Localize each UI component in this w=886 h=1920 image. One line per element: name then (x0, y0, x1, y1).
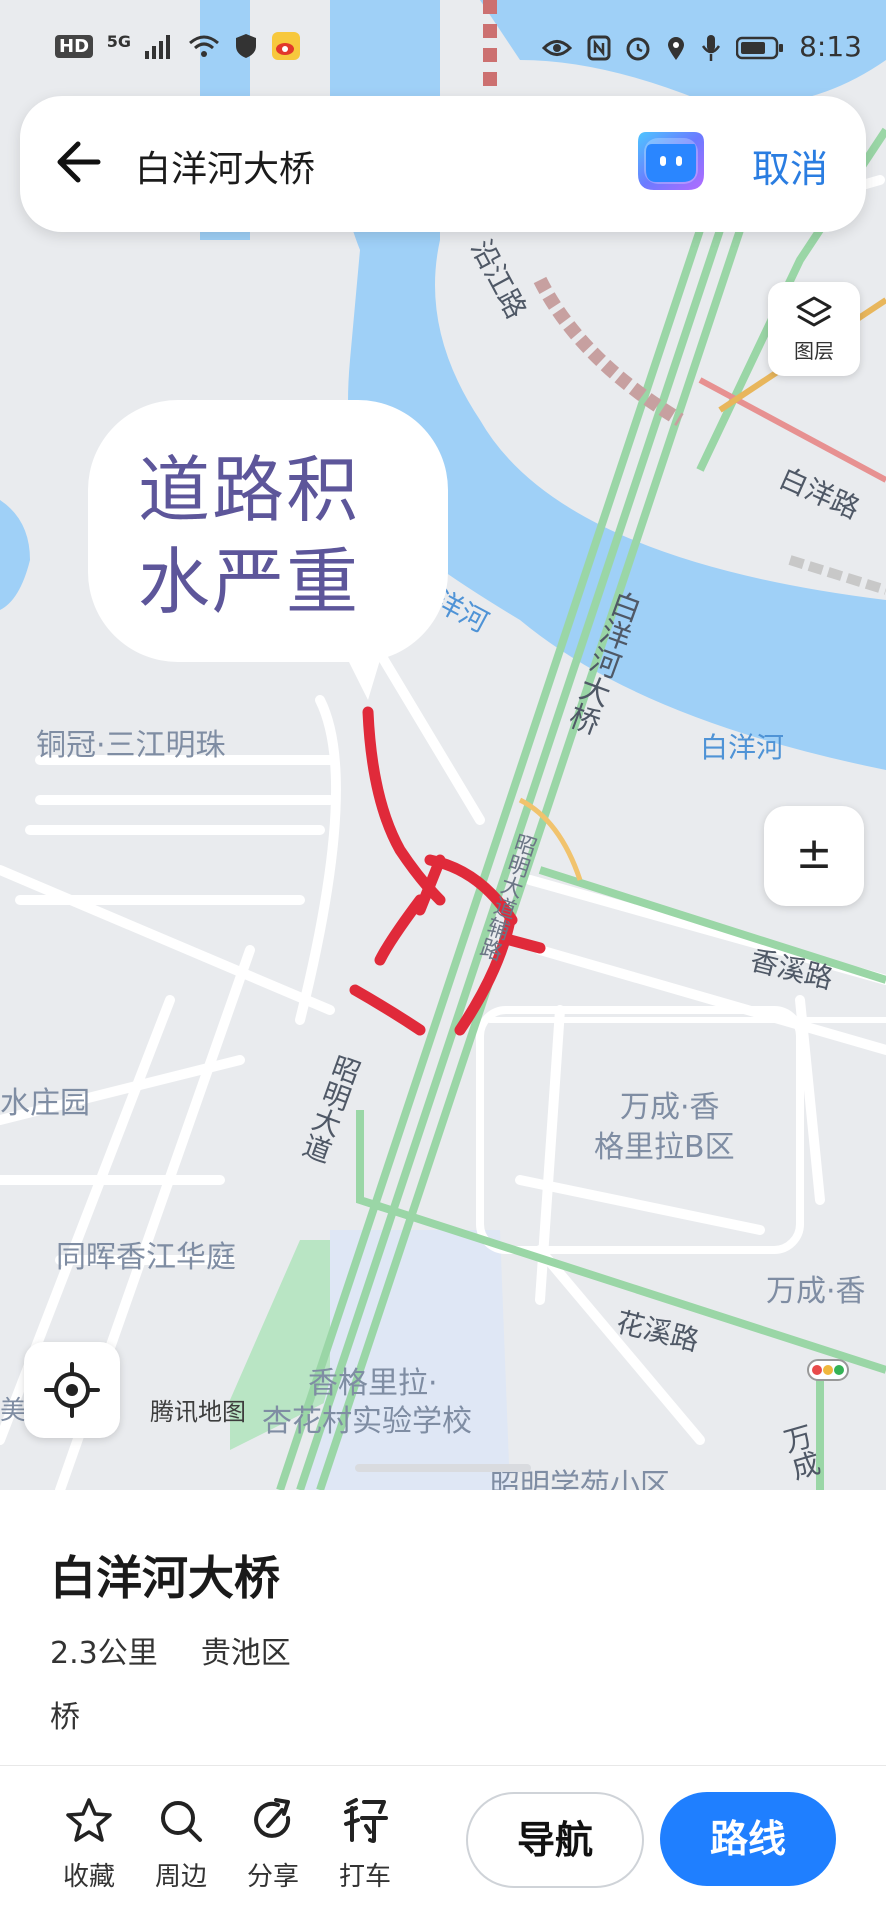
share-button[interactable]: 分享 (228, 1796, 318, 1893)
place-meta: 2.3公里 贵池区 (50, 1628, 291, 1672)
network-badge: 5G (106, 32, 131, 51)
annotation-line-1: 道路积 (138, 448, 361, 532)
locate-button[interactable] (24, 1342, 120, 1438)
divider (0, 1765, 886, 1766)
poi-label: 格里拉B区 (594, 1130, 735, 1165)
status-left: HD 5G (55, 32, 306, 60)
location-pin-icon (668, 37, 685, 60)
place-type: 桥 (50, 1700, 80, 1735)
poi-label: 铜冠·三江明珠 (36, 728, 226, 763)
cancel-button[interactable]: 取消 (752, 138, 828, 193)
zoom-button[interactable]: ± (764, 806, 864, 906)
shield-icon (235, 34, 256, 58)
crosshair-icon (44, 1362, 100, 1418)
layer-button[interactable]: 图层 (768, 282, 860, 376)
route-button[interactable]: 路线 (660, 1792, 836, 1886)
eye-icon (541, 40, 572, 56)
taxi-button[interactable]: 打车 (320, 1796, 410, 1893)
nearby-button[interactable]: 周边 (136, 1796, 226, 1893)
share-icon (254, 1798, 291, 1838)
poi-label: 水庄园 (0, 1086, 90, 1121)
favorite-label: 收藏 (62, 1862, 115, 1892)
poi-label: 杏花村实验学校 (262, 1404, 472, 1439)
map-provider-logo: 腾讯地图 (150, 1398, 246, 1426)
callout-tail (338, 640, 386, 700)
river-label: 白洋河 (700, 731, 785, 764)
annotation-text: 道路积 水严重 (138, 444, 360, 628)
clock-time: 8:13 (799, 30, 862, 63)
navigate-button[interactable]: 导航 (466, 1792, 644, 1888)
annotation-callout: 道路积 水严重 (88, 400, 448, 700)
status-bar: HD 5G 8:13 (0, 0, 886, 100)
signal-icon (144, 35, 170, 59)
place-title: 白洋河大桥 (50, 1551, 280, 1605)
place-detail-panel: 白洋河大桥 2.3公里 贵池区 桥 收藏 周边 分享 打车 导航 路线 (0, 1464, 886, 1920)
place-district: 贵池区 (200, 1636, 291, 1671)
favorite-button[interactable]: 收藏 (44, 1796, 134, 1893)
drag-handle[interactable] (355, 1464, 531, 1472)
weibo-icon (271, 32, 300, 60)
wifi-icon (189, 35, 220, 57)
taxi-icon (344, 1798, 388, 1843)
poi-label: 万成·香 (620, 1090, 720, 1125)
search-input[interactable]: 白洋河大桥 (135, 140, 315, 192)
star-icon (66, 1798, 112, 1842)
layer-label: 图层 (794, 339, 834, 363)
place-distance: 2.3公里 (50, 1636, 158, 1671)
nearby-label: 周边 (154, 1862, 207, 1892)
status-right: 8:13 (541, 30, 862, 63)
search-icon (161, 1801, 202, 1842)
battery-icon (736, 36, 784, 60)
annotation-line-2: 水严重 (138, 540, 361, 624)
back-arrow-icon[interactable] (50, 132, 110, 192)
taxi-label: 打车 (338, 1862, 391, 1892)
alarm-icon (626, 37, 650, 61)
poi-label: 万成·香 (766, 1274, 866, 1309)
search-bar: 白洋河大桥 取消 (20, 96, 866, 232)
assistant-bot-icon[interactable] (632, 126, 708, 198)
layers-icon (796, 296, 832, 327)
share-label: 分享 (246, 1862, 299, 1892)
poi-label: 同晖香江华庭 (56, 1240, 236, 1275)
nfc-icon (587, 35, 611, 61)
mic-icon (702, 35, 721, 61)
hd-badge: HD (55, 34, 94, 58)
